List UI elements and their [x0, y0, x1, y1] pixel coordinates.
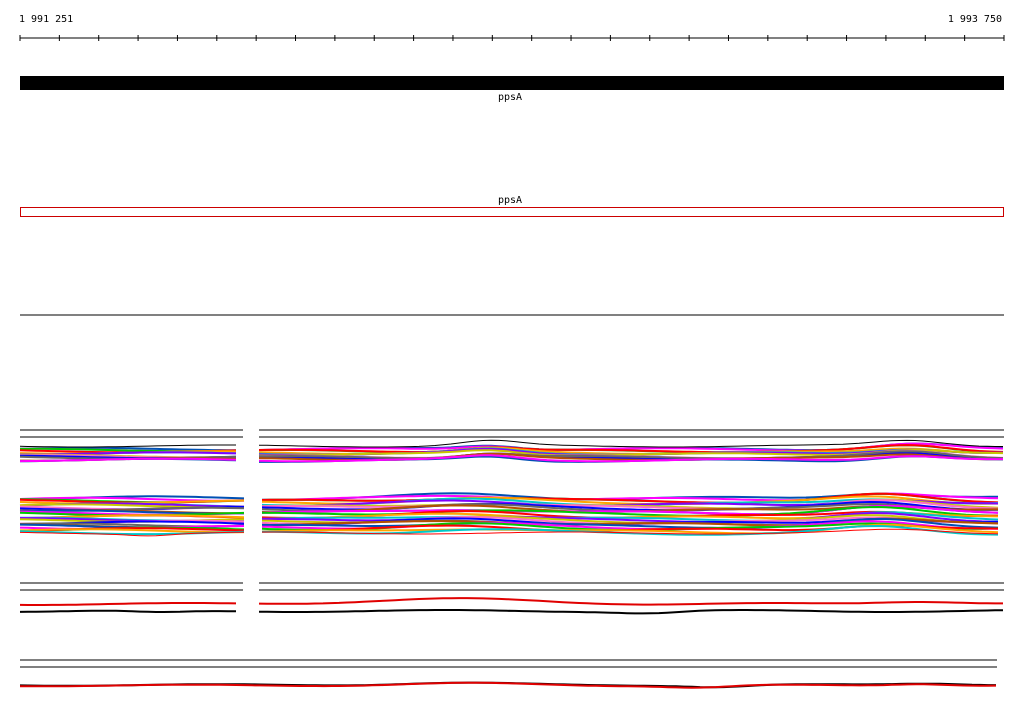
gene-bar-ppsA[interactable]: [20, 76, 1004, 90]
genome-track-canvas[interactable]: [0, 0, 1024, 714]
coverage-line: [19, 602, 237, 606]
coverage-line: [258, 597, 1003, 606]
gene-outline-ppsA[interactable]: [20, 207, 1004, 217]
coverage-line: [19, 609, 237, 613]
alignment-coverage-tracks: [19, 429, 1004, 689]
coverage-line: [258, 609, 1004, 615]
coverage-line: [19, 444, 236, 448]
coordinate-ruler: [19, 35, 1005, 41]
coverage-line: [19, 457, 237, 463]
